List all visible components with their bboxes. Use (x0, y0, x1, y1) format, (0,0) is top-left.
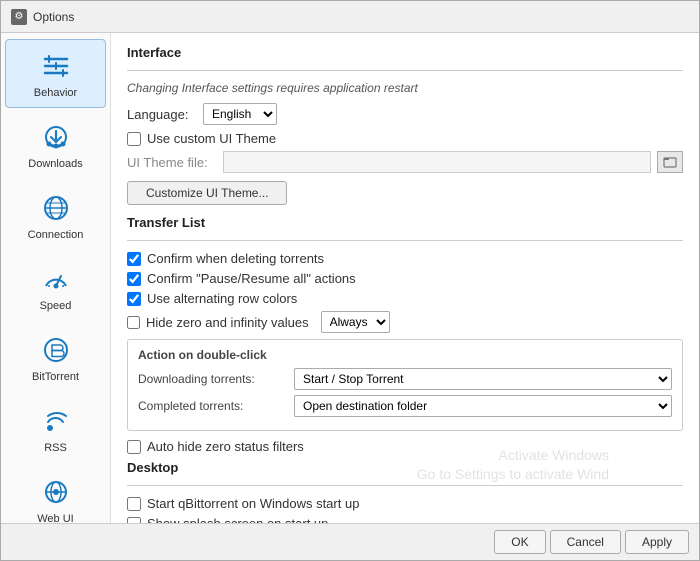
theme-file-label: UI Theme file: (127, 155, 217, 170)
interface-section-title: Interface (127, 45, 683, 60)
downloading-torrents-row: Downloading torrents: Start / Stop Torre… (138, 368, 672, 390)
interface-divider (127, 70, 683, 71)
start-on-windows-row: Start qBittorrent on Windows start up (127, 496, 683, 511)
confirm-delete-label[interactable]: Confirm when deleting torrents (147, 251, 324, 266)
theme-file-row: UI Theme file: (127, 151, 683, 173)
sidebar-item-speed[interactable]: Speed (5, 252, 106, 321)
confirm-delete-row: Confirm when deleting torrents (127, 251, 683, 266)
alternating-rows-label[interactable]: Use alternating row colors (147, 291, 297, 306)
window-title: Options (33, 10, 74, 24)
alternating-rows-checkbox[interactable] (127, 292, 141, 306)
hide-zero-row: Hide zero and infinity values Always Nev… (127, 311, 683, 333)
sidebar-label-speed: Speed (40, 300, 72, 312)
webui-icon (38, 474, 74, 510)
transfer-list-divider (127, 240, 683, 241)
sidebar-label-bittorrent: BitTorrent (32, 371, 79, 383)
language-select[interactable]: English French German Spanish (203, 103, 277, 125)
show-splash-label[interactable]: Show splash screen on start up (147, 516, 328, 523)
bottom-bar: OK Cancel Apply (1, 523, 699, 560)
auto-hide-row: Auto hide zero status filters (127, 439, 683, 454)
sidebar-item-behavior[interactable]: Behavior (5, 39, 106, 108)
completed-torrents-row: Completed torrents: Open destination fol… (138, 395, 672, 417)
settings-panel: Interface Changing Interface settings re… (111, 33, 699, 523)
downloading-torrents-label: Downloading torrents: (138, 372, 288, 386)
alternating-rows-row: Use alternating row colors (127, 291, 683, 306)
hide-zero-label[interactable]: Hide zero and infinity values (146, 315, 309, 330)
desktop-divider (127, 485, 683, 486)
language-label: Language: (127, 107, 197, 122)
confirm-pause-row: Confirm "Pause/Resume all" actions (127, 271, 683, 286)
behavior-icon (38, 48, 74, 84)
confirm-delete-checkbox[interactable] (127, 252, 141, 266)
sidebar-item-connection[interactable]: Connection (5, 181, 106, 250)
app-icon: ⚙ (11, 9, 27, 25)
completed-torrents-select[interactable]: Open destination folder Open Start / Sto… (294, 395, 672, 417)
sidebar-item-webui[interactable]: Web UI (5, 465, 106, 523)
custom-theme-checkbox[interactable] (127, 132, 141, 146)
custom-theme-label[interactable]: Use custom UI Theme (147, 131, 276, 146)
panel-wrapper: ➜ Interface Changing Interface settings … (111, 33, 699, 523)
sidebar-label-downloads: Downloads (28, 158, 82, 170)
customize-theme-button[interactable]: Customize UI Theme... (127, 181, 287, 205)
options-window: ⚙ Options Behavior (0, 0, 700, 561)
completed-torrents-label: Completed torrents: (138, 399, 288, 413)
speed-icon (38, 261, 74, 297)
interface-notice: Changing Interface settings requires app… (127, 81, 683, 95)
downloading-torrents-select[interactable]: Start / Stop Torrent Open Open Folder (294, 368, 672, 390)
sidebar-label-connection: Connection (28, 229, 84, 241)
theme-file-input[interactable] (223, 151, 651, 173)
bittorrent-icon (38, 332, 74, 368)
show-splash-checkbox[interactable] (127, 517, 141, 524)
sidebar-label-behavior: Behavior (34, 87, 77, 99)
show-splash-row: Show splash screen on start up (127, 516, 683, 523)
sidebar-item-rss[interactable]: RSS (5, 394, 106, 463)
sidebar-item-bittorrent[interactable]: BitTorrent (5, 323, 106, 392)
transfer-list-section-title: Transfer List (127, 215, 683, 230)
sidebar-item-downloads[interactable]: Downloads (5, 110, 106, 179)
start-on-windows-checkbox[interactable] (127, 497, 141, 511)
downloads-icon (38, 119, 74, 155)
connection-icon (38, 190, 74, 226)
desktop-section-title: Desktop (127, 460, 683, 475)
auto-hide-label[interactable]: Auto hide zero status filters (147, 439, 304, 454)
apply-button[interactable]: Apply (625, 530, 689, 554)
auto-hide-checkbox[interactable] (127, 440, 141, 454)
sidebar: Behavior Downloads (1, 33, 111, 523)
sidebar-label-webui: Web UI (37, 513, 73, 523)
start-on-windows-label[interactable]: Start qBittorrent on Windows start up (147, 496, 359, 511)
hide-zero-select[interactable]: Always Never (321, 311, 390, 333)
hide-zero-checkbox[interactable] (127, 316, 140, 329)
double-click-group: Action on double-click Downloading torre… (127, 339, 683, 431)
sidebar-label-rss: RSS (44, 442, 67, 454)
main-content: Behavior Downloads (1, 33, 699, 523)
custom-theme-row: Use custom UI Theme (127, 131, 683, 146)
titlebar: ⚙ Options (1, 1, 699, 33)
double-click-title: Action on double-click (138, 348, 672, 362)
theme-file-browse-button[interactable] (657, 151, 683, 173)
cancel-button[interactable]: Cancel (550, 530, 621, 554)
confirm-pause-checkbox[interactable] (127, 272, 141, 286)
rss-icon (38, 403, 74, 439)
language-row: Language: English French German Spanish (127, 103, 683, 125)
ok-button[interactable]: OK (494, 530, 545, 554)
confirm-pause-label[interactable]: Confirm "Pause/Resume all" actions (147, 271, 356, 286)
